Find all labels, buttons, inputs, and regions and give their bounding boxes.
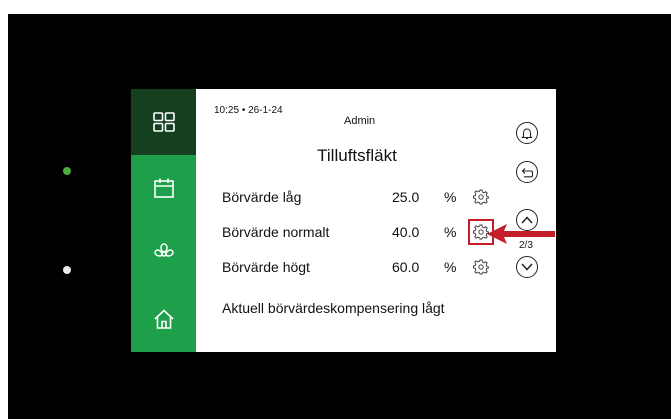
setpoint-label: Börvärde normalt [222,224,330,240]
sidebar-item-home[interactable] [131,286,196,352]
sidebar-item-fan[interactable] [131,221,196,287]
back-button[interactable] [516,161,538,183]
bell-icon [521,127,533,139]
status-led-white [63,266,71,274]
calendar-icon [153,178,174,198]
status-datetime: 10:25 • 26-1-24 [214,105,283,116]
compensation-status-text: Aktuell börvärdeskompensering lågt [222,300,445,316]
gear-icon [473,189,489,205]
page-title: Tilluftsfläkt [317,146,397,165]
notifications-button[interactable] [516,122,538,144]
datetime-separator: • [241,105,246,116]
setpoint-row-low: Börvärde låg 25.0 % [222,187,512,211]
status-led-green [63,167,71,175]
setpoint-unit: % [444,224,457,240]
user-label: Admin [344,115,376,127]
setpoint-value[interactable]: 60.0 [392,259,419,275]
sidebar-item-dashboard[interactable] [131,89,196,155]
setpoint-value[interactable]: 25.0 [392,189,419,205]
settings-gear-button[interactable] [472,188,490,206]
scroll-down-button[interactable] [516,256,538,278]
main-content: 10:25 • 26-1-24 Admin Tilluftsfläkt Börv… [196,89,556,352]
setpoint-label: Börvärde låg [222,189,302,205]
time-text: 10:25 [214,105,240,116]
setpoint-row-high: Börvärde högt 60.0 % [222,257,512,281]
setpoint-unit: % [444,259,457,275]
chevron-down-icon [521,263,533,271]
annotation-arrow-icon [487,224,555,244]
settings-gear-button[interactable] [472,258,490,276]
fan-icon [153,243,174,257]
setpoint-value[interactable]: 40.0 [392,224,419,240]
back-icon [521,167,533,177]
touch-screen: 10:25 • 26-1-24 Admin Tilluftsfläkt Börv… [131,89,556,352]
date-text: 26-1-24 [248,105,283,116]
dashboard-grid-icon [152,112,175,132]
setpoint-row-normal: Börvärde normalt 40.0 % [222,219,512,246]
home-icon [153,309,174,329]
sidebar-item-calendar[interactable] [131,155,196,221]
gear-icon [473,259,489,275]
setpoint-unit: % [444,189,457,205]
sidebar [131,89,196,352]
setpoint-label: Börvärde högt [222,259,310,275]
